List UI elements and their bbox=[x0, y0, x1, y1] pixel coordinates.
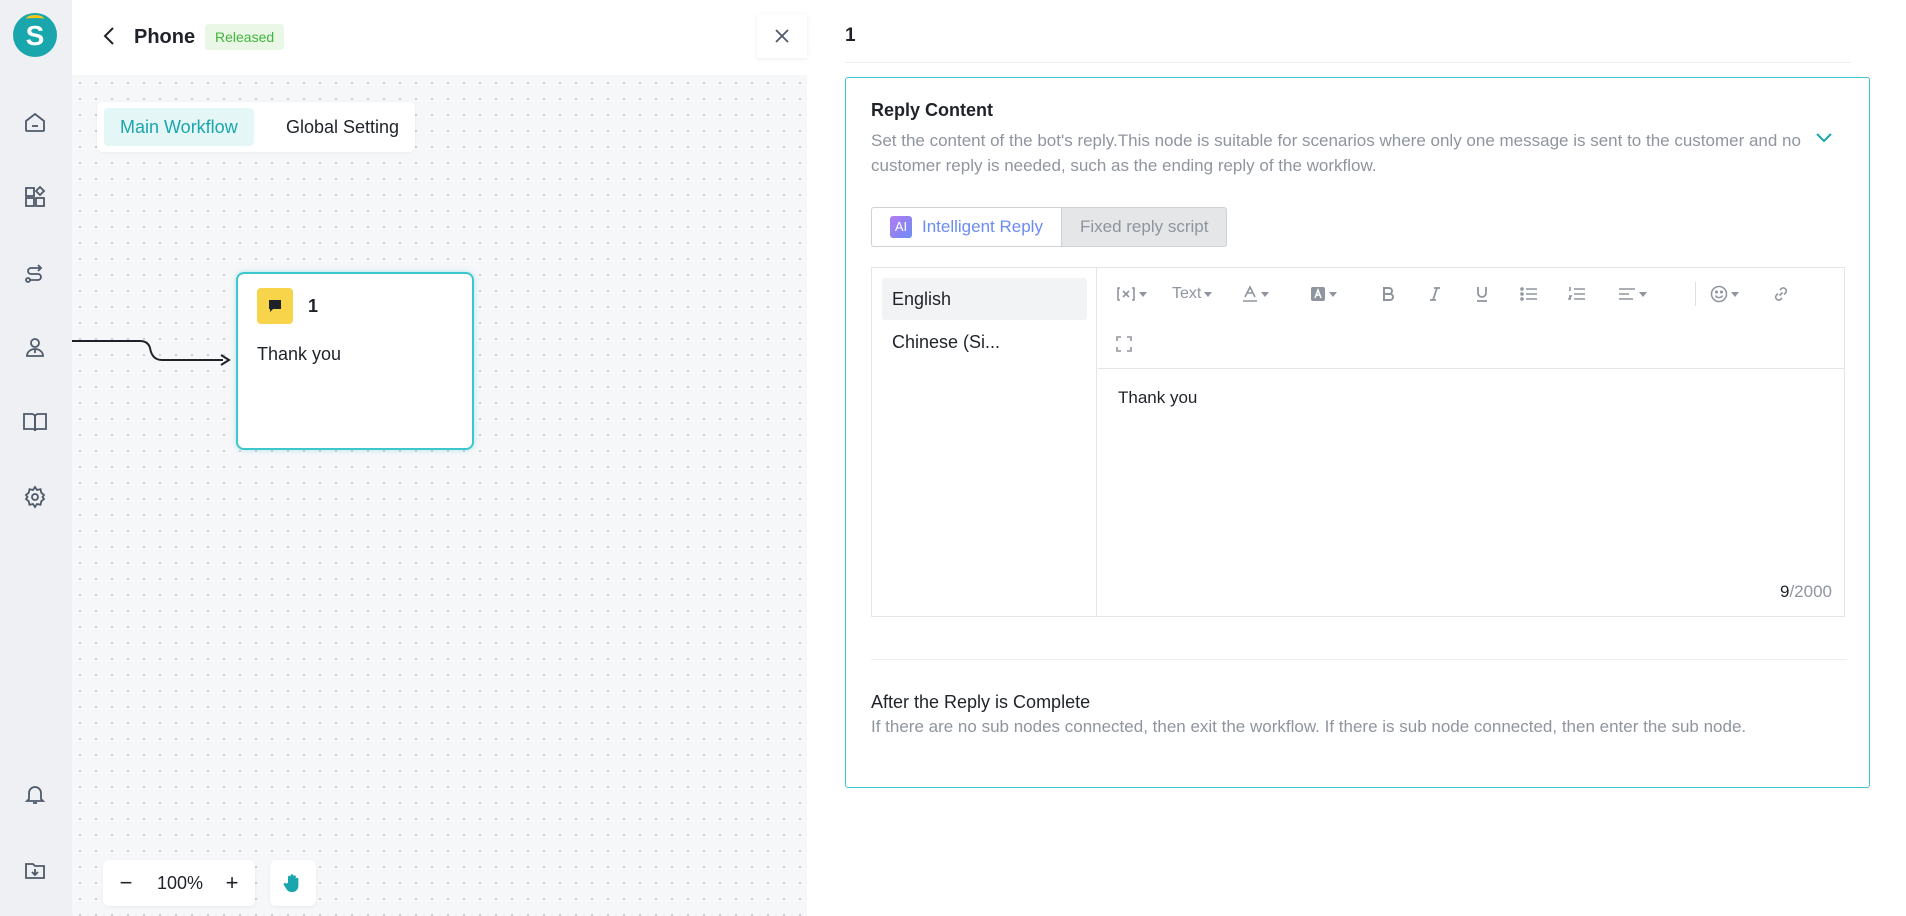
zoom-control: − 100% + bbox=[103, 860, 255, 906]
variable-icon bbox=[1117, 287, 1135, 301]
bold-button[interactable] bbox=[1381, 283, 1395, 305]
app-logo[interactable]: S bbox=[13, 13, 57, 57]
reply-text-input[interactable]: Thank you bbox=[1118, 388, 1197, 408]
book-icon[interactable] bbox=[21, 408, 49, 436]
highlight-button[interactable] bbox=[1310, 283, 1337, 305]
reply-node[interactable]: 1 Thank you bbox=[236, 272, 474, 450]
language-item-chinese[interactable]: Chinese (Si... bbox=[882, 321, 1087, 363]
workflow-tabs: Main Workflow Global Setting bbox=[97, 102, 415, 152]
section-divider bbox=[871, 659, 1847, 660]
font-color-button[interactable] bbox=[1242, 283, 1269, 305]
section-heading: Reply Content bbox=[871, 100, 994, 120]
panel-divider bbox=[845, 62, 1851, 63]
connection-edge bbox=[72, 340, 231, 366]
font-color-icon bbox=[1243, 285, 1257, 302]
apps-icon[interactable] bbox=[21, 183, 49, 211]
hand-tool-button[interactable] bbox=[270, 860, 316, 906]
page-title: Phone bbox=[134, 26, 196, 48]
tab-global-setting[interactable]: Global Setting bbox=[270, 108, 415, 146]
status-badge: Released bbox=[205, 24, 285, 50]
left-nav: S bbox=[0, 0, 72, 916]
highlight-icon bbox=[1311, 287, 1325, 301]
workflow-icon[interactable] bbox=[21, 259, 49, 287]
variable-button[interactable] bbox=[1116, 283, 1147, 305]
bell-icon[interactable] bbox=[21, 780, 49, 808]
hand-icon bbox=[283, 874, 299, 892]
back-icon[interactable] bbox=[100, 24, 120, 48]
italic-button[interactable] bbox=[1428, 283, 1442, 305]
zoom-out-button[interactable]: − bbox=[113, 870, 139, 896]
language-item-english[interactable]: English bbox=[882, 278, 1087, 320]
section-description: Set the content of the bot's reply.This … bbox=[871, 131, 1801, 175]
close-icon bbox=[775, 29, 789, 43]
after-reply-description: If there are no sub nodes connected, the… bbox=[871, 717, 1747, 736]
reply-content-card: Reply Content Set the content of the bot… bbox=[845, 77, 1870, 788]
tab-main-workflow[interactable]: Main Workflow bbox=[104, 108, 254, 146]
numbered-list-icon bbox=[1568, 287, 1585, 300]
fixed-reply-tab[interactable]: Fixed reply script bbox=[1061, 207, 1228, 247]
underline-icon bbox=[1477, 287, 1487, 302]
chevron-down-icon[interactable] bbox=[1814, 130, 1834, 144]
settings-icon[interactable] bbox=[21, 483, 49, 511]
agent-icon[interactable] bbox=[21, 333, 49, 361]
intelligent-reply-tab[interactable]: AI Intelligent Reply bbox=[871, 207, 1062, 247]
home-icon[interactable] bbox=[21, 108, 49, 136]
fullscreen-icon bbox=[1116, 336, 1132, 352]
link-icon bbox=[1774, 287, 1788, 301]
workflow-canvas[interactable] bbox=[72, 75, 807, 916]
align-icon bbox=[1619, 288, 1635, 300]
underline-button[interactable] bbox=[1475, 283, 1489, 305]
message-icon bbox=[257, 288, 293, 324]
ai-icon: AI bbox=[890, 216, 912, 238]
node-text: Thank you bbox=[257, 344, 342, 364]
bullet-list-icon bbox=[1520, 287, 1537, 301]
node-title: 1 bbox=[308, 296, 319, 316]
italic-icon bbox=[1430, 287, 1440, 301]
emoji-button[interactable] bbox=[1710, 283, 1739, 305]
emoji-icon bbox=[1710, 285, 1728, 303]
after-reply-heading: After the Reply is Complete bbox=[871, 692, 1091, 712]
reply-mode-tabs: AI Intelligent Reply Fixed reply script bbox=[871, 207, 1228, 247]
download-icon[interactable] bbox=[21, 856, 49, 884]
text-style-dropdown[interactable]: Text bbox=[1172, 283, 1213, 305]
intelligent-reply-label: Intelligent Reply bbox=[922, 217, 1043, 236]
align-button[interactable] bbox=[1618, 283, 1647, 305]
bullet-list-button[interactable] bbox=[1520, 283, 1538, 305]
toolbar-separator bbox=[1695, 282, 1696, 306]
editor-toolbar: Text bbox=[1098, 268, 1844, 369]
reply-editor: English Chinese (Si... Text Thank you 9/… bbox=[871, 267, 1845, 617]
numbered-list-button[interactable] bbox=[1568, 283, 1586, 305]
close-button[interactable] bbox=[757, 14, 807, 58]
bold-icon bbox=[1383, 287, 1394, 301]
zoom-level: 100% bbox=[156, 873, 204, 893]
panel-title: 1 bbox=[845, 25, 856, 46]
character-counter: 9/2000 bbox=[1779, 582, 1832, 601]
link-button[interactable] bbox=[1772, 283, 1790, 305]
zoom-in-button[interactable]: + bbox=[219, 870, 245, 896]
fullscreen-button[interactable] bbox=[1116, 333, 1132, 355]
language-list: English Chinese (Si... bbox=[872, 268, 1097, 616]
